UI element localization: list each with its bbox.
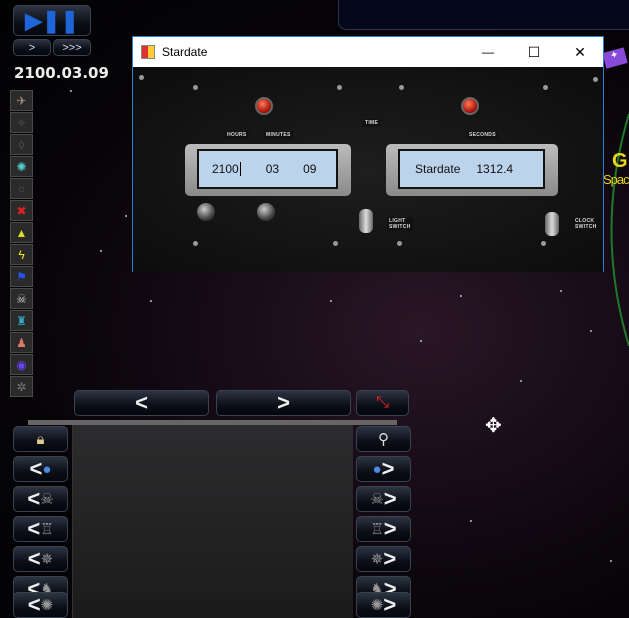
minutes-label: MINUTES	[264, 131, 293, 139]
next-spider-ship-button[interactable]: ✵ >	[356, 546, 411, 572]
move-cursor-icon: ✥	[485, 415, 502, 437]
crystal-icon[interactable]: ◊	[10, 134, 33, 155]
minimize-button[interactable]: —	[465, 45, 511, 59]
globe-icon: ●	[372, 460, 382, 478]
red-cross-icon[interactable]: ✖	[10, 200, 33, 221]
magnifier-icon: ⚲	[378, 431, 389, 448]
next-crab-ship-button[interactable]: ✺ >	[356, 592, 411, 618]
list-panel[interactable]	[72, 425, 353, 618]
alien-ship-icon: ☠	[370, 491, 384, 508]
light-switch-toggle[interactable]	[359, 209, 373, 233]
crab-ship-icon: ✺	[40, 597, 54, 614]
close-button[interactable]: ✕	[557, 44, 603, 61]
lightning-icon[interactable]: ϟ	[10, 244, 33, 265]
play-pause-icon: ▶❚❚	[25, 7, 79, 33]
crab-ship-icon: ✺	[370, 597, 384, 614]
alien-ship-icon: ☠	[40, 491, 54, 508]
red-arrows-icon: ⤡	[376, 394, 389, 411]
gear-icon[interactable]: ✲	[10, 376, 33, 397]
hours-reset-knob[interactable]	[197, 203, 215, 221]
hours-label: HOURS	[225, 131, 249, 139]
lock-icon: 🔒︎	[36, 430, 45, 448]
stardate-window: Stardate — ☐ ✕ HOURS MINUTES TIME SECOND…	[132, 36, 604, 272]
window-title: Stardate	[162, 45, 208, 59]
date-display[interactable]: 2100 03 09	[197, 149, 338, 189]
skull-ship-icon[interactable]: ☠	[10, 288, 33, 309]
chevrons-icon[interactable]: ▲	[10, 222, 33, 243]
planet-label[interactable]: G	[612, 150, 628, 173]
flag-icon[interactable]: ✦	[602, 47, 628, 69]
speed-normal-button[interactable]: >	[13, 39, 51, 56]
day-field[interactable]: 09	[303, 162, 316, 176]
spider-ship-icon: ✵	[370, 551, 384, 568]
year-field[interactable]: 2100	[212, 162, 241, 176]
prev-tower-ship-button[interactable]: < ♖	[13, 516, 68, 542]
tower-ship-icon: ♖	[370, 521, 384, 538]
current-date: 2100.03.09	[14, 64, 109, 82]
prev-spider-ship-button[interactable]: < ✵	[13, 546, 68, 572]
rocket-ship-icon[interactable]: ♜	[10, 310, 33, 331]
next-alien-ship-button[interactable]: ☠ >	[356, 486, 411, 512]
spider-ship-icon: ✵	[40, 551, 54, 568]
flag-icon[interactable]: ⚑	[10, 266, 33, 287]
light-switch-label: LIGHT SWITCH	[387, 217, 413, 231]
prev-planet-button[interactable]: < ●	[13, 456, 68, 482]
clock-switch-label: CLOCK SWITCH	[573, 217, 597, 231]
prev-alien-ship-button[interactable]: < ☠	[13, 486, 68, 512]
clock-panel: HOURS MINUTES TIME SECONDS 2100 03 09 St…	[133, 67, 603, 272]
next-planet-button[interactable]: ● >	[356, 456, 411, 482]
star-icon[interactable]: ✧	[10, 112, 33, 133]
stardate-display: Stardate 1312.4	[398, 149, 545, 189]
tower-ship-icon: ♖	[40, 521, 54, 538]
globe-icon: ●	[42, 460, 52, 478]
robot-icon[interactable]: ♟	[10, 332, 33, 353]
hours-lamp	[255, 97, 273, 115]
speed-fast-button[interactable]: >>>	[53, 39, 91, 56]
prev-crab-ship-button[interactable]: < ✺	[13, 592, 68, 618]
clock-switch-toggle[interactable]	[545, 212, 559, 236]
probe-icon[interactable]: ✈	[10, 90, 33, 111]
nebula-icon[interactable]: ○	[10, 178, 33, 199]
time-label: TIME	[363, 119, 381, 127]
orbit-ring	[610, 113, 629, 347]
seconds-label: SECONDS	[467, 131, 498, 139]
planet-sublabel: Spac	[603, 172, 629, 187]
minutes-reset-knob[interactable]	[257, 203, 275, 221]
top-info-panel	[338, 0, 629, 30]
app-icon	[141, 45, 155, 59]
lock-button[interactable]: 🔒︎	[13, 426, 68, 452]
prev-button[interactable]: <	[74, 390, 209, 416]
title-bar[interactable]: Stardate — ☐ ✕	[133, 37, 603, 67]
month-field[interactable]: 03	[266, 162, 279, 176]
search-button[interactable]: ⚲	[356, 426, 411, 452]
station-icon[interactable]: ✺	[10, 156, 33, 177]
play-pause-button[interactable]: ▶❚❚	[13, 5, 91, 36]
stardate-label: Stardate	[415, 162, 461, 176]
seconds-lamp	[461, 97, 479, 115]
stardate-value: 1312.4	[476, 162, 514, 176]
collapse-button[interactable]: ⤡	[356, 390, 409, 416]
maximize-button[interactable]: ☐	[511, 44, 557, 61]
next-button[interactable]: >	[216, 390, 351, 416]
galaxy-icon[interactable]: ◉	[10, 354, 33, 375]
next-tower-ship-button[interactable]: ♖ >	[356, 516, 411, 542]
